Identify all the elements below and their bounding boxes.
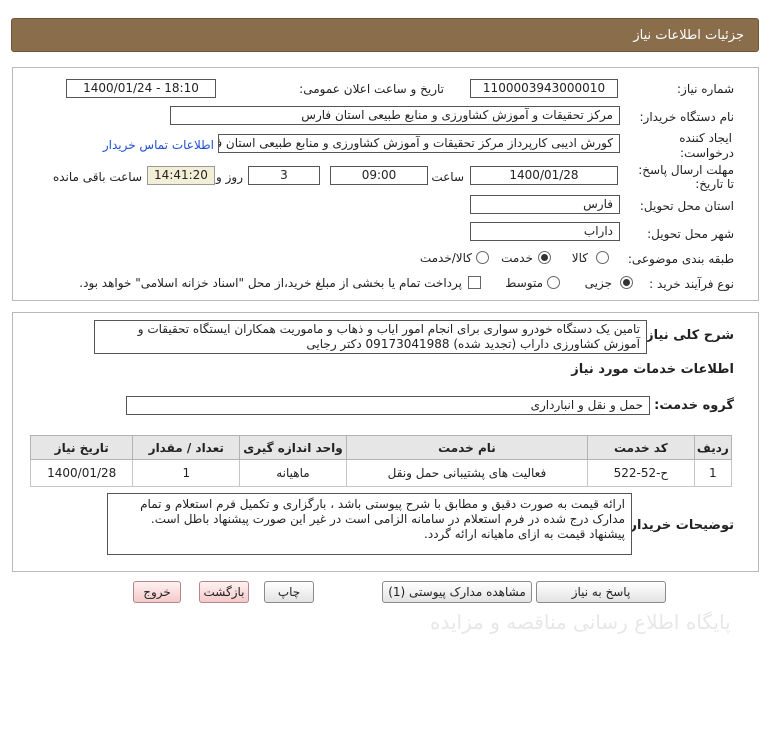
deadline-label-2: تا تاریخ:	[695, 177, 734, 191]
days-label: روز و	[216, 170, 243, 184]
description-field: تامین یک دستگاه خودرو سواری برای انجام ا…	[94, 320, 647, 354]
back-button[interactable]: بازگشت	[199, 581, 249, 603]
buyer-notes-label: توضیحات خریدار:	[624, 518, 734, 533]
requester-label-2: درخواست:	[680, 146, 734, 160]
remaining-time-label: ساعت باقی مانده	[52, 170, 142, 184]
col-row-number: ردیف	[693, 435, 733, 460]
deadline-label-1: مهلت ارسال پاسخ:	[638, 163, 734, 177]
purchase-option-minor: جزیی	[584, 276, 612, 290]
announce-date-field: 1400/01/24 - 18:10	[66, 79, 216, 98]
page-title: جزئیات اطلاعات نیاز	[633, 28, 744, 43]
col-service-name: نام خدمت	[345, 435, 589, 460]
purchase-radio-minor[interactable]	[620, 276, 633, 289]
city-field: داراب	[470, 222, 620, 241]
category-radio-goods[interactable]	[596, 251, 609, 264]
category-option-goods: کالا	[571, 251, 588, 265]
deadline-date-field: 1400/01/28	[470, 166, 618, 185]
province-field: فارس	[470, 195, 620, 214]
cell-unit: ماهیانه	[239, 459, 347, 487]
city-label: شهر محل تحویل:	[647, 227, 734, 241]
requester-field: کورش ادیبی کارپرداز مرکز تحقیقات و آموزش…	[218, 134, 620, 153]
table-row: 1400/01/28 1 ماهیانه فعالیت های پشتیبانی…	[29, 459, 733, 487]
remaining-time-field: 14:41:20	[147, 166, 215, 185]
col-service-code: کد خدمت	[587, 435, 695, 460]
purchase-option-medium: متوسط	[505, 276, 543, 290]
service-group-label: گروه خدمت:	[654, 398, 734, 413]
cell-service-name: فعالیت های پشتیبانی حمل ونقل	[345, 459, 589, 487]
category-radio-service[interactable]	[538, 251, 551, 264]
province-label: استان محل تحویل:	[639, 199, 734, 213]
category-option-goods-service: کالا/خدمت	[419, 251, 472, 265]
buyer-org-label: نام دستگاه خریدار:	[639, 110, 735, 124]
reply-button[interactable]: پاسخ به نیاز	[536, 581, 666, 603]
services-table: تاریخ نیاز تعداد / مقدار واحد اندازه گیر…	[29, 435, 733, 487]
deadline-time-field: 09:00	[330, 166, 428, 185]
days-remaining-field: 3	[248, 166, 320, 185]
watermark-site: پایگاه اطلاع رسانی مناقصه و مزایده	[430, 610, 731, 634]
category-label: طبقه بندی موضوعی:	[627, 252, 734, 266]
need-number-label: شماره نیاز:	[677, 82, 734, 96]
buyer-contact-link[interactable]: اطلاعات تماس خریدار	[103, 138, 214, 152]
purchase-type-label: نوع فرآیند خرید :	[649, 277, 734, 291]
purchase-radio-medium[interactable]	[547, 276, 560, 289]
need-number-field: 1100003943000010	[470, 79, 618, 98]
services-heading: اطلاعات خدمات مورد نیاز	[571, 362, 734, 377]
col-unit: واحد اندازه گیری	[239, 435, 347, 460]
table-header-row: تاریخ نیاز تعداد / مقدار واحد اندازه گیر…	[29, 435, 733, 460]
view-attachments-button[interactable]: مشاهده مدارک پیوستی (1)	[382, 581, 532, 603]
buyer-org-field: مرکز تحقیقات و آموزش کشاورزی و منابع طبی…	[170, 106, 620, 125]
category-option-service: خدمت	[501, 251, 533, 265]
cell-service-code: ح-52-522	[587, 459, 695, 487]
category-radio-goods-service[interactable]	[476, 251, 489, 264]
requester-label-1: ایجاد کننده	[679, 131, 732, 145]
announce-date-label: تاریخ و ساعت اعلان عمومی:	[299, 82, 444, 96]
cell-row-number: 1	[693, 459, 733, 487]
treasury-checkbox[interactable]	[468, 276, 481, 289]
exit-button[interactable]: خروج	[133, 581, 181, 603]
treasury-note: پرداخت تمام یا بخشی از مبلغ خرید،از محل …	[79, 276, 462, 290]
description-label: شرح کلی نیاز:	[640, 328, 734, 343]
buyer-notes-field: ارائه قیمت به صورت دقیق و مطابق با شرح پ…	[107, 493, 632, 555]
cell-need-date: 1400/01/28	[29, 459, 134, 487]
service-group-field: حمل و نقل و انبارداری	[126, 396, 650, 415]
col-quantity: تعداد / مقدار	[132, 435, 241, 460]
cell-quantity: 1	[132, 459, 241, 487]
page-title-bar: جزئیات اطلاعات نیاز	[11, 18, 759, 52]
deadline-time-label: ساعت	[431, 170, 464, 184]
col-need-date: تاریخ نیاز	[29, 435, 134, 460]
print-button[interactable]: چاپ	[264, 581, 314, 603]
